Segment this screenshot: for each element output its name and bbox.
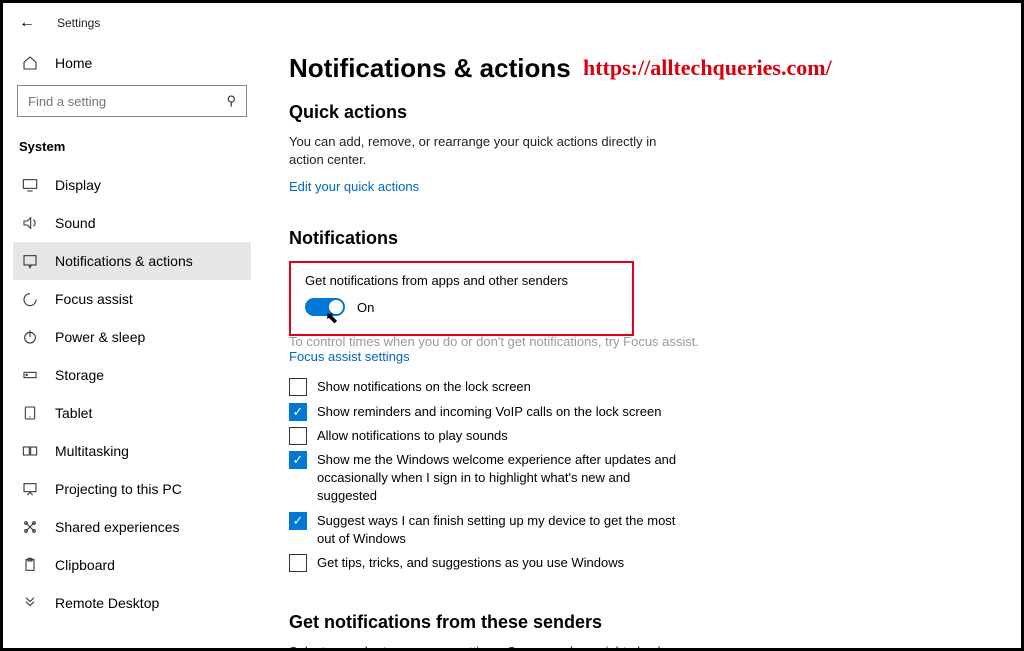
app-title: Settings — [57, 16, 100, 30]
projecting-icon — [19, 481, 41, 497]
option-label: Show reminders and incoming VoIP calls o… — [317, 403, 661, 421]
search-box[interactable]: ⚲ — [17, 85, 247, 117]
sidebar-item-label: Remote Desktop — [55, 595, 159, 611]
sidebar-item-focus[interactable]: Focus assist — [13, 280, 251, 318]
sidebar-item-projecting[interactable]: Projecting to this PC — [13, 470, 251, 508]
option-label: Show me the Windows welcome experience a… — [317, 451, 679, 506]
master-toggle-state: On — [357, 300, 374, 315]
option-play-sounds[interactable]: Allow notifications to play sounds — [289, 427, 679, 445]
checkbox-icon[interactable] — [289, 554, 307, 572]
focus-icon — [19, 291, 41, 307]
remote-icon — [19, 595, 41, 611]
sidebar-item-label: Shared experiences — [55, 519, 180, 535]
focus-assist-link[interactable]: Focus assist settings — [289, 349, 410, 364]
edit-quick-actions-link[interactable]: Edit your quick actions — [289, 179, 419, 194]
option-tips-tricks[interactable]: Get tips, tricks, and suggestions as you… — [289, 554, 679, 572]
home-label: Home — [55, 55, 92, 71]
sidebar: Home ⚲ System Display Sound Notification… — [3, 43, 261, 648]
search-input[interactable] — [28, 94, 226, 109]
quick-actions-desc: You can add, remove, or rearrange your q… — [289, 133, 689, 169]
sidebar-item-tablet[interactable]: Tablet — [13, 394, 251, 432]
display-icon — [19, 177, 41, 193]
checkbox-icon[interactable]: ✓ — [289, 512, 307, 530]
category-heading: System — [13, 131, 251, 166]
home-icon — [19, 55, 41, 71]
highlight-annotation: Get notifications from apps and other se… — [289, 261, 634, 336]
sidebar-item-display[interactable]: Display — [13, 166, 251, 204]
sidebar-item-shared[interactable]: Shared experiences — [13, 508, 251, 546]
main-content: Notifications & actions Quick actions Yo… — [261, 43, 1021, 648]
checkbox-icon[interactable] — [289, 427, 307, 445]
power-icon — [19, 329, 41, 345]
option-label: Suggest ways I can finish setting up my … — [317, 512, 679, 548]
option-lock-screen[interactable]: Show notifications on the lock screen — [289, 378, 679, 396]
sidebar-item-label: Storage — [55, 367, 104, 383]
sidebar-item-remote[interactable]: Remote Desktop — [13, 584, 251, 622]
master-toggle[interactable]: ⬉ — [305, 298, 345, 316]
sidebar-item-label: Sound — [55, 215, 95, 231]
sidebar-item-multitasking[interactable]: Multitasking — [13, 432, 251, 470]
search-icon: ⚲ — [226, 93, 236, 109]
clipboard-icon — [19, 557, 41, 573]
sidebar-item-label: Power & sleep — [55, 329, 145, 345]
sidebar-item-notifications[interactable]: Notifications & actions — [13, 242, 251, 280]
checkbox-icon[interactable] — [289, 378, 307, 396]
sidebar-item-power[interactable]: Power & sleep — [13, 318, 251, 356]
storage-icon — [19, 367, 41, 383]
option-reminders-voip[interactable]: ✓ Show reminders and incoming VoIP calls… — [289, 403, 679, 421]
sidebar-item-label: Tablet — [55, 405, 92, 421]
sidebar-item-label: Projecting to this PC — [55, 481, 182, 497]
sidebar-item-storage[interactable]: Storage — [13, 356, 251, 394]
tablet-icon — [19, 405, 41, 421]
sidebar-item-label: Notifications & actions — [55, 253, 193, 269]
option-welcome-experience[interactable]: ✓ Show me the Windows welcome experience… — [289, 451, 679, 506]
watermark-url: https://alltechqueries.com/ — [583, 55, 832, 81]
option-finish-setup[interactable]: ✓ Suggest ways I can finish setting up m… — [289, 512, 679, 548]
multitasking-icon — [19, 443, 41, 459]
sound-icon — [19, 215, 41, 231]
senders-desc: Select a sender to see more settings. So… — [289, 643, 689, 648]
sidebar-item-label: Display — [55, 177, 101, 193]
home-link[interactable]: Home — [13, 47, 251, 85]
option-label: Allow notifications to play sounds — [317, 427, 508, 445]
sidebar-item-label: Clipboard — [55, 557, 115, 573]
focus-assist-hint: To control times when you do or don't ge… — [289, 334, 709, 349]
sidebar-item-clipboard[interactable]: Clipboard — [13, 546, 251, 584]
checkbox-icon[interactable]: ✓ — [289, 403, 307, 421]
checkbox-icon[interactable]: ✓ — [289, 451, 307, 469]
sidebar-item-label: Focus assist — [55, 291, 133, 307]
option-label: Get tips, tricks, and suggestions as you… — [317, 554, 624, 572]
sidebar-item-sound[interactable]: Sound — [13, 204, 251, 242]
option-label: Show notifications on the lock screen — [317, 378, 531, 396]
senders-heading: Get notifications from these senders — [289, 612, 991, 633]
quick-actions-heading: Quick actions — [289, 102, 991, 123]
notifications-icon — [19, 253, 41, 269]
master-toggle-label: Get notifications from apps and other se… — [305, 273, 618, 288]
back-button[interactable]: ← — [19, 14, 35, 32]
notifications-heading: Notifications — [289, 228, 991, 249]
sidebar-item-label: Multitasking — [55, 443, 129, 459]
shared-icon — [19, 519, 41, 535]
